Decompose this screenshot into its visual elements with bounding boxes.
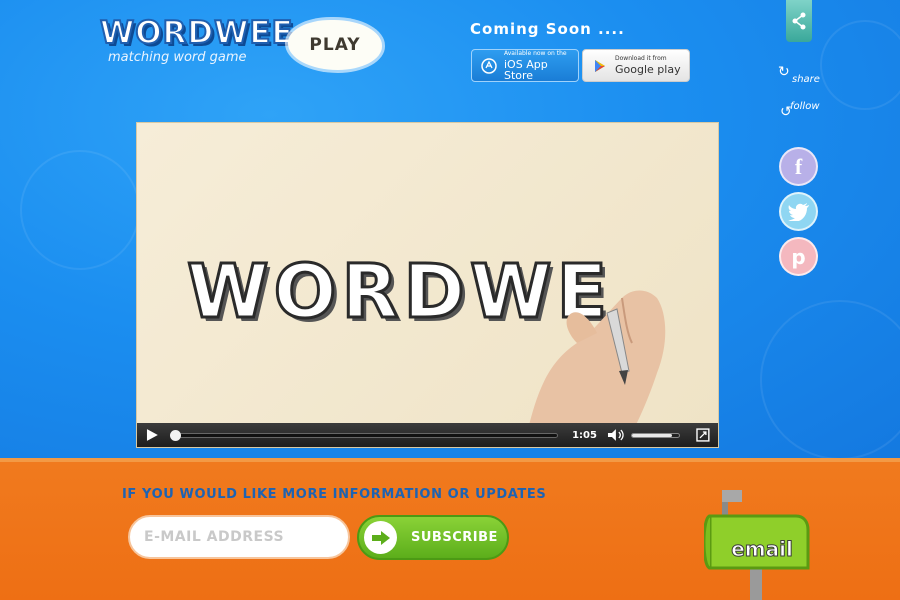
logo[interactable]: WORDWEE matching word game [99,14,294,65]
arrow-right-icon [364,521,397,554]
background-doodle [820,20,900,110]
hero-section: WORDWEE matching word game PLAY Coming S… [0,0,900,458]
follow-label[interactable]: follow [790,101,820,112]
pinterest-icon[interactable]: p [779,237,818,276]
mailbox-icon[interactable]: email [704,486,814,600]
play-icon[interactable] [145,428,159,442]
subscribe-info-text: IF YOU WOULD LIKE MORE INFORMATION OR UP… [122,487,547,502]
share-icon [792,12,806,30]
play-button[interactable]: PLAY [288,20,382,70]
logo-wordmark: WORDWEE [99,14,294,52]
video-controls: 1:05 [137,423,718,447]
google-big-text: Google play [615,63,681,76]
share-label[interactable]: share [792,74,820,85]
background-doodle [760,300,900,458]
mailbox-label: email [731,537,793,561]
app-store-icon [480,57,498,75]
ios-app-store-button[interactable]: Available now on the iOS App Store [471,49,579,82]
volume-level [631,433,673,437]
email-address-input[interactable] [128,515,350,559]
seek-handle[interactable] [169,429,181,441]
fullscreen-icon[interactable] [696,428,710,442]
volume-icon[interactable] [607,428,625,442]
ios-small-text: Available now on the [504,49,567,57]
subscribe-button[interactable]: SUBSCRIBE [357,515,509,560]
share-tab[interactable] [786,0,812,42]
facebook-icon[interactable]: f [779,147,818,186]
google-small-text: Download it from [615,55,667,62]
drawing-hand-illustration [527,290,666,433]
background-doodle [20,150,140,270]
google-play-icon [591,57,609,75]
logo-tagline: matching word game [108,50,247,65]
subscribe-label: SUBSCRIBE [411,530,498,545]
video-player[interactable]: WORDWE 1:05 [136,122,719,448]
google-play-button[interactable]: Download it from Google play [582,49,690,82]
video-seek-bar[interactable] [169,429,559,441]
twitter-icon[interactable] [779,192,818,231]
coming-soon-label: Coming Soon .... [470,20,625,38]
video-screen[interactable]: WORDWE [137,123,718,433]
video-time: 1:05 [572,429,597,441]
share-arrow-icon: ↻ [778,64,790,80]
ios-big-text: iOS App Store [504,57,548,82]
volume-slider[interactable] [630,432,681,438]
